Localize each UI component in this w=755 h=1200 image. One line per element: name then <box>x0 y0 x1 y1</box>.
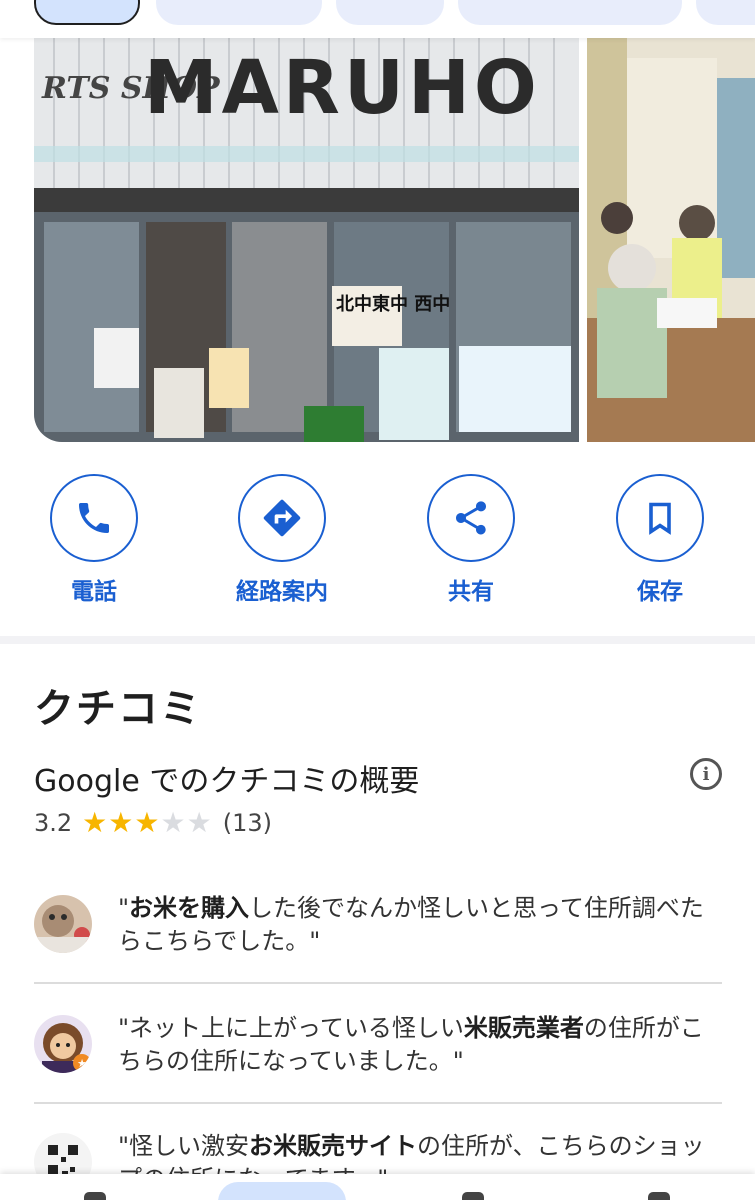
directions-circle[interactable] <box>238 474 326 562</box>
save-circle[interactable] <box>616 474 704 562</box>
review-count: (13) <box>222 808 272 837</box>
review-divider <box>34 1102 722 1104</box>
share-button[interactable]: 共有 <box>411 474 531 606</box>
review-highlight: お米販売サイト <box>249 1132 418 1160</box>
filter-chip[interactable] <box>336 0 444 25</box>
shop-sign: MARUHO <box>144 45 541 131</box>
photo-carousel[interactable]: RTS SHOP MARUHO 北中東中 西中 <box>0 38 755 442</box>
nav-icon[interactable] <box>84 1192 106 1200</box>
filter-chip[interactable] <box>458 0 682 25</box>
share-icon <box>456 501 486 535</box>
rating-value: 3.2 <box>34 808 73 837</box>
storefront-photo[interactable]: RTS SHOP MARUHO 北中東中 西中 <box>34 38 579 442</box>
phone-icon <box>79 503 109 533</box>
review-divider <box>34 982 722 984</box>
save-button[interactable]: 保存 <box>600 474 720 606</box>
review-highlight: お米を購入 <box>129 894 250 922</box>
info-icon[interactable]: i <box>690 758 722 790</box>
review-text: "お米を購入した後でなんか怪しいと思って住所調べたらこちらでした。" <box>118 892 722 958</box>
star-filled-icon: ★ <box>108 806 135 839</box>
star-filled-icon: ★ <box>134 806 161 839</box>
call-label: 電話 <box>71 579 117 605</box>
directions-label: 経路案内 <box>236 579 328 605</box>
review-item[interactable]: ★ "ネット上に上がっている怪しい米販売業者の住所がこちらの住所になっていました… <box>34 1012 722 1092</box>
share-label: 共有 <box>448 579 494 605</box>
rating-summary: 3.2 ★★★★★ (13) <box>34 806 272 839</box>
review-highlight: 米販売業者 <box>463 1014 584 1042</box>
nav-item-active[interactable] <box>218 1182 346 1200</box>
poster-text: 北中東中 西中 <box>336 293 450 315</box>
review-text-part: "怪しい激安 <box>118 1132 250 1160</box>
bookmark-icon <box>649 502 671 535</box>
review-item[interactable]: "怪しい激安お米販売サイトの住所が、こちらのショップの住所になってます。" <box>34 1130 722 1174</box>
share-circle[interactable] <box>427 474 515 562</box>
review-text: "怪しい激安お米販売サイトの住所が、こちらのショップの住所になってます。" <box>118 1130 722 1174</box>
review-item[interactable]: "お米を購入した後でなんか怪しいと思って住所調べたらこちらでした。" <box>34 892 722 972</box>
review-text: "ネット上に上がっている怪しい米販売業者の住所がこちらの住所になっていました。" <box>118 1012 722 1078</box>
filter-chip[interactable] <box>156 0 322 25</box>
directions-button[interactable]: 経路案内 <box>222 474 342 606</box>
star-filled-icon: ★ <box>82 806 109 839</box>
avatar: ★ <box>34 1015 92 1073</box>
svg-text:★: ★ <box>77 1057 87 1070</box>
interior-photo[interactable] <box>587 38 755 442</box>
nav-icon[interactable] <box>648 1192 670 1200</box>
rating-stars: ★★★★★ <box>82 806 213 839</box>
save-label: 保存 <box>637 579 683 605</box>
filter-chip-row <box>0 0 755 38</box>
nav-icon[interactable] <box>462 1192 484 1200</box>
call-circle[interactable] <box>50 474 138 562</box>
avatar <box>34 1133 92 1174</box>
place-actions: 電話 経路案内 共有 保存 <box>0 474 755 614</box>
directions-icon <box>263 499 301 537</box>
section-separator <box>0 636 755 644</box>
filter-chip[interactable] <box>696 0 755 25</box>
review-text-part: "ネット上に上がっている怪しい <box>118 1014 464 1042</box>
filter-chip-selected[interactable] <box>34 0 140 25</box>
reviews-section-title: クチコミ <box>34 686 202 732</box>
review-text-part: " <box>118 894 130 922</box>
star-empty-icon: ★ <box>186 806 213 839</box>
bottom-navigation <box>0 1174 755 1200</box>
review-summary-title: Google でのクチコミの概要 <box>34 764 420 799</box>
star-empty-icon: ★ <box>160 806 187 839</box>
avatar <box>34 895 92 953</box>
call-button[interactable]: 電話 <box>34 474 154 606</box>
